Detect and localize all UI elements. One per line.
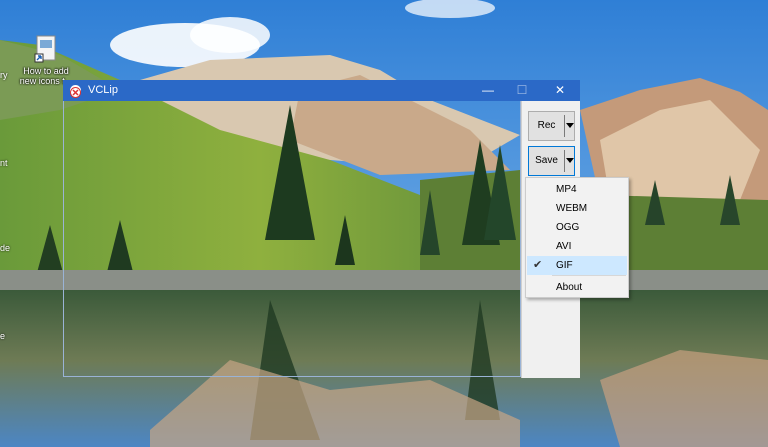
save-format-menu: MP4 WEBM OGG AVI ✔ GIF About [525,177,629,298]
shortcut-file-icon [33,34,59,66]
vclip-app-icon [70,85,81,98]
menu-item-label: WEBM [556,203,588,214]
partial-desktop-label: nt [0,158,8,168]
menu-separator [552,275,626,276]
partial-desktop-label: de [0,243,11,253]
minimize-button[interactable]: — [473,80,503,101]
checkmark-icon: ✔ [533,259,543,271]
title-bar[interactable]: VCLip — ☐ ✕ [63,80,580,101]
menu-item-label: GIF [556,260,573,271]
menu-item-about[interactable]: About [527,278,627,297]
save-dropdown-arrow-icon[interactable] [566,158,574,163]
rec-button[interactable]: Rec [529,112,564,140]
split-divider [564,150,565,172]
rec-dropdown-arrow-icon[interactable] [566,123,574,128]
menu-item-ogg[interactable]: OGG [527,218,627,237]
rec-split-button[interactable]: Rec [528,111,575,141]
partial-desktop-label: e [0,331,6,341]
desktop-shortcut[interactable]: How to add new icons t... [16,34,76,86]
split-divider [564,115,565,137]
menu-item-label: MP4 [556,184,577,195]
window-title: VCLip [88,84,118,96]
save-button[interactable]: Save [529,147,564,175]
menu-item-mp4[interactable]: MP4 [527,180,627,199]
vclip-window: VCLip — ☐ ✕ Rec Save [63,80,580,378]
save-split-button[interactable]: Save [528,146,575,176]
close-button[interactable]: ✕ [545,80,575,101]
menu-item-avi[interactable]: AVI [527,237,627,256]
maximize-button[interactable]: ☐ [507,80,537,101]
menu-item-label: About [556,282,583,293]
shortcut-label-line1: How to add [23,66,69,76]
menu-item-label: OGG [556,222,580,233]
menu-item-label: AVI [556,241,572,252]
menu-item-webm[interactable]: WEBM [527,199,627,218]
menu-item-gif[interactable]: ✔ GIF [527,256,627,275]
capture-region[interactable] [63,101,521,377]
partial-desktop-label: ry [0,70,8,80]
